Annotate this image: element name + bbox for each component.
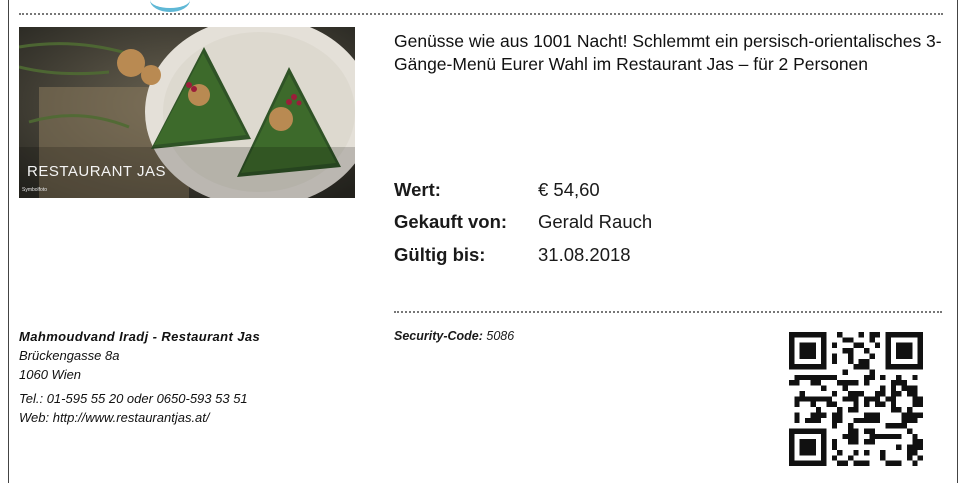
- field-value: 31.08.2018: [538, 244, 631, 265]
- merchant-name: Mahmoudvand Iradj - Restaurant Jas: [19, 329, 261, 344]
- security-code: Security-Code: 5086: [394, 329, 514, 343]
- security-code-label: Security-Code:: [394, 329, 483, 343]
- security-divider: [394, 311, 942, 313]
- photo-caption: RESTAURANT JAS: [27, 163, 166, 180]
- merchant-street: Brückengasse 8a: [19, 348, 120, 363]
- photo-credit: Symbolfoto: [22, 187, 48, 193]
- field-label: Gekauft von:: [394, 211, 508, 232]
- field-label: Wert:: [394, 179, 441, 200]
- merchant-web[interactable]: Web: http://www.restaurantjas.at/: [19, 408, 260, 427]
- merchant-city: 1060 Wien: [19, 367, 82, 382]
- restaurant-photo: RESTAURANT JAS Symbolfoto: [19, 27, 355, 198]
- qr-code-icon: [789, 332, 923, 466]
- merchant-phone: Tel.: 01-595 55 20 oder 0650-593 53 51: [19, 391, 248, 406]
- field-value: Gerald Rauch: [538, 211, 653, 232]
- field-label: Gültig bis:: [394, 244, 486, 265]
- top-divider: [19, 13, 943, 15]
- security-code-value: 5086: [486, 329, 515, 343]
- field-value: € 54,60: [538, 179, 600, 200]
- offer-headline: Genüsse wie aus 1001 Nacht! Schlemmt ein…: [394, 31, 942, 74]
- merchant-address: Mahmoudvand Iradj - Restaurant Jas Brück…: [19, 327, 260, 427]
